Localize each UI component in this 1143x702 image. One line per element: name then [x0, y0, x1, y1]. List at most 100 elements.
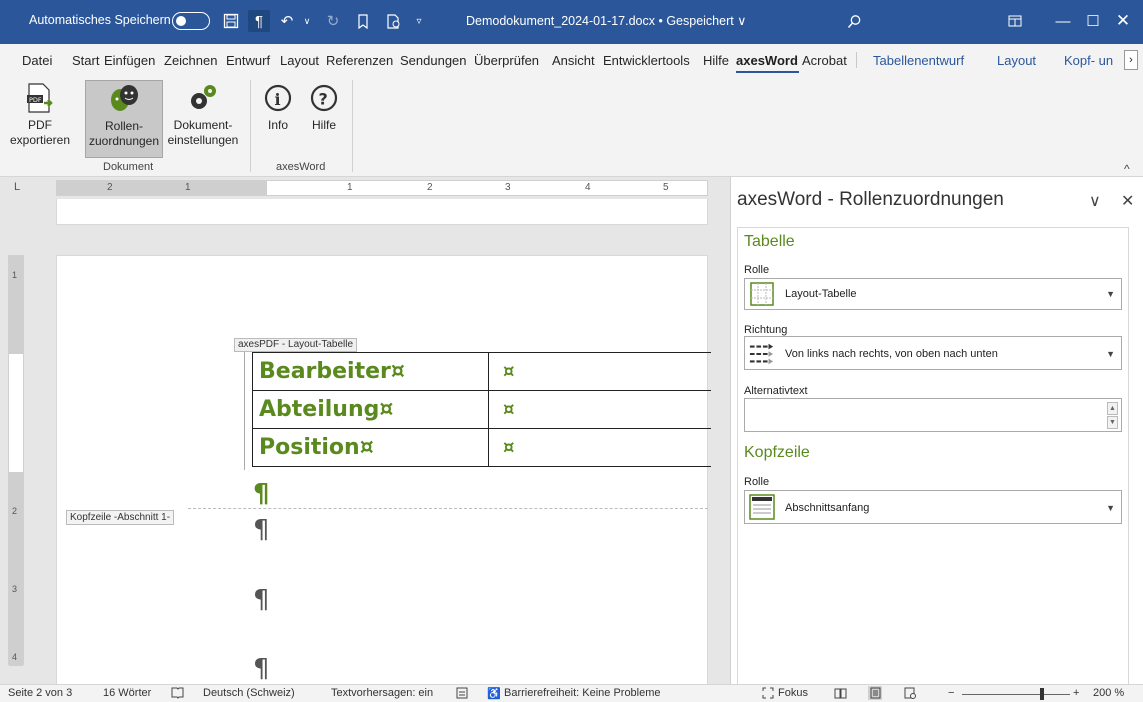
- undo-dropdown-icon[interactable]: ∨: [296, 10, 318, 32]
- richtung-dropdown[interactable]: Von links nach rechts, von oben nach unt…: [744, 336, 1122, 370]
- focus-icon[interactable]: [761, 686, 775, 700]
- menu-table-layout[interactable]: Layout: [997, 53, 1036, 68]
- maximize-icon[interactable]: ☐: [1082, 10, 1104, 32]
- menu-entwicklertools[interactable]: Entwicklertools: [603, 53, 690, 68]
- ruler-number: 4: [585, 182, 591, 193]
- menu-kopf-und-fusszeile[interactable]: Kopf- un: [1064, 53, 1113, 68]
- table-cell-label[interactable]: Position¤: [252, 428, 489, 467]
- menu-axesword[interactable]: axesWord: [736, 53, 798, 68]
- scroll-down-icon[interactable]: ▼: [1107, 416, 1118, 429]
- text-predictions[interactable]: Textvorhersagen: ein: [331, 687, 433, 699]
- alttext-input[interactable]: ▲ ▼: [744, 398, 1122, 432]
- ruler-number: 1: [347, 182, 353, 193]
- menu-scroll-right-icon[interactable]: ›: [1124, 50, 1138, 70]
- active-tab-indicator: [736, 71, 799, 73]
- table-cell-value[interactable]: ¤: [488, 352, 711, 391]
- table-role-marker: [244, 352, 245, 470]
- zoom-slider[interactable]: [962, 694, 1070, 695]
- header-boundary: [188, 508, 708, 509]
- ribbon-display-options-icon[interactable]: [1004, 10, 1026, 32]
- vruler-number: 1: [12, 270, 18, 280]
- chevron-down-icon: ▼: [1106, 289, 1115, 299]
- rollen-label-2: zuordnungen: [88, 134, 160, 148]
- zoom-slider-thumb[interactable]: [1040, 688, 1044, 700]
- pane-title: axesWord - Rollenzuordnungen: [737, 189, 1004, 210]
- hilfe-button[interactable]: ? Hilfe: [304, 80, 344, 158]
- tab-selector-icon[interactable]: L: [14, 181, 20, 193]
- menu-start[interactable]: Start: [72, 53, 99, 68]
- menu-datei[interactable]: Datei: [22, 53, 52, 68]
- menu-hilfe[interactable]: Hilfe: [703, 53, 729, 68]
- title-bar: Automatisches Speichern ¶ ↶ ∨ ↻ ▿ Demodo…: [0, 0, 1143, 44]
- rolle-dropdown[interactable]: Layout-Tabelle ▼: [744, 278, 1122, 310]
- menu-layout[interactable]: Layout: [280, 53, 319, 68]
- pilcrow-toggle-icon[interactable]: ¶: [248, 10, 270, 32]
- zoom-out-icon[interactable]: −: [948, 687, 954, 699]
- accessibility-icon[interactable]: ♿: [487, 686, 501, 700]
- autosave-toggle[interactable]: [172, 12, 210, 30]
- table-role-tag[interactable]: axesPDF - Layout-Tabelle: [234, 338, 358, 352]
- bookmark-icon[interactable]: [352, 10, 374, 32]
- svg-text:?: ?: [319, 90, 328, 109]
- minimize-icon[interactable]: —: [1052, 10, 1074, 32]
- zoom-in-icon[interactable]: +: [1073, 687, 1079, 699]
- pane-options-icon[interactable]: ∨: [1089, 191, 1101, 211]
- zoom-level[interactable]: 200 %: [1093, 687, 1124, 699]
- search-icon[interactable]: [843, 10, 865, 32]
- document-table[interactable]: Bearbeiter¤ ¤ Abteilung¤ ¤ Position¤ ¤: [252, 352, 711, 467]
- info-button[interactable]: i Info: [260, 80, 296, 158]
- horizontal-ruler[interactable]: 2 1 1 2 3 4 5: [56, 180, 708, 196]
- task-pane-rollenzuordnungen: axesWord - Rollenzuordnungen ∨ ✕ Tabelle…: [730, 177, 1143, 684]
- accessibility-status[interactable]: Barrierefreiheit: Keine Probleme: [504, 687, 661, 699]
- table-cell-value[interactable]: ¤: [488, 428, 711, 467]
- web-layout-icon[interactable]: [903, 686, 917, 700]
- vertical-ruler[interactable]: 1 2 3 4: [8, 255, 24, 666]
- language[interactable]: Deutsch (Schweiz): [203, 687, 295, 699]
- menu-entwurf[interactable]: Entwurf: [226, 53, 270, 68]
- save-icon[interactable]: [220, 10, 242, 32]
- focus-mode[interactable]: Fokus: [778, 687, 808, 699]
- vruler-number: 2: [12, 506, 18, 516]
- accessibility-check-icon[interactable]: [382, 10, 404, 32]
- scroll-up-icon[interactable]: ▲: [1107, 402, 1118, 415]
- dok-label-2: einstellungen: [167, 133, 239, 147]
- menu-einfuegen[interactable]: Einfügen: [104, 53, 155, 68]
- proofing-icon[interactable]: [170, 686, 184, 700]
- collapse-ribbon-icon[interactable]: ^: [1124, 162, 1130, 176]
- page-1-bottom: [56, 199, 708, 225]
- read-mode-icon[interactable]: [833, 686, 847, 700]
- rolle2-dropdown[interactable]: Abschnittsanfang ▼: [744, 490, 1122, 524]
- predictions-icon[interactable]: [455, 686, 469, 700]
- word-count[interactable]: 16 Wörter: [103, 687, 151, 699]
- undo-icon[interactable]: ↶: [276, 10, 298, 32]
- page-2: [56, 255, 708, 684]
- menu-zeichnen[interactable]: Zeichnen: [164, 53, 217, 68]
- menu-tabellenentwurf[interactable]: Tabellenentwurf: [873, 53, 964, 68]
- pane-close-icon[interactable]: ✕: [1121, 191, 1134, 211]
- svg-text:PDF: PDF: [29, 96, 42, 104]
- table-cell-label[interactable]: Bearbeiter¤: [252, 352, 489, 391]
- page-count[interactable]: Seite 2 von 3: [8, 687, 72, 699]
- table-cell-value[interactable]: ¤: [488, 390, 711, 429]
- pdf-export-icon: PDF: [24, 82, 56, 114]
- info-label: Info: [267, 118, 288, 132]
- menu-ansicht[interactable]: Ansicht: [552, 53, 595, 68]
- menu-ueberpruefen[interactable]: Überprüfen: [474, 53, 539, 68]
- vruler-number: 3: [12, 584, 18, 594]
- ruler-number: 2: [427, 182, 433, 193]
- document-area[interactable]: axesPDF - Layout-Tabelle Bearbeiter¤ ¤ A…: [0, 199, 730, 684]
- table-cell-label[interactable]: Abteilung¤: [252, 390, 489, 429]
- menu-referenzen[interactable]: Referenzen: [326, 53, 393, 68]
- print-layout-icon[interactable]: [868, 686, 882, 700]
- ruler-number: 3: [505, 182, 511, 193]
- menu-acrobat[interactable]: Acrobat: [802, 53, 847, 68]
- rolle-value: Layout-Tabelle: [785, 288, 857, 300]
- close-icon[interactable]: ✕: [1112, 10, 1134, 32]
- menu-sendungen[interactable]: Sendungen: [400, 53, 467, 68]
- document-title[interactable]: Demodokument_2024-01-17.docx • Gespeiche…: [466, 13, 746, 28]
- pdf-export-button[interactable]: PDF PDF exportieren: [6, 80, 74, 158]
- dokumenteinstellungen-button[interactable]: Dokument- einstellungen: [166, 80, 240, 158]
- customize-qat-icon[interactable]: ▿: [408, 10, 430, 32]
- redo-icon[interactable]: ↻: [322, 10, 344, 32]
- rollenzuordnungen-button[interactable]: Rollen- zuordnungen: [85, 80, 163, 158]
